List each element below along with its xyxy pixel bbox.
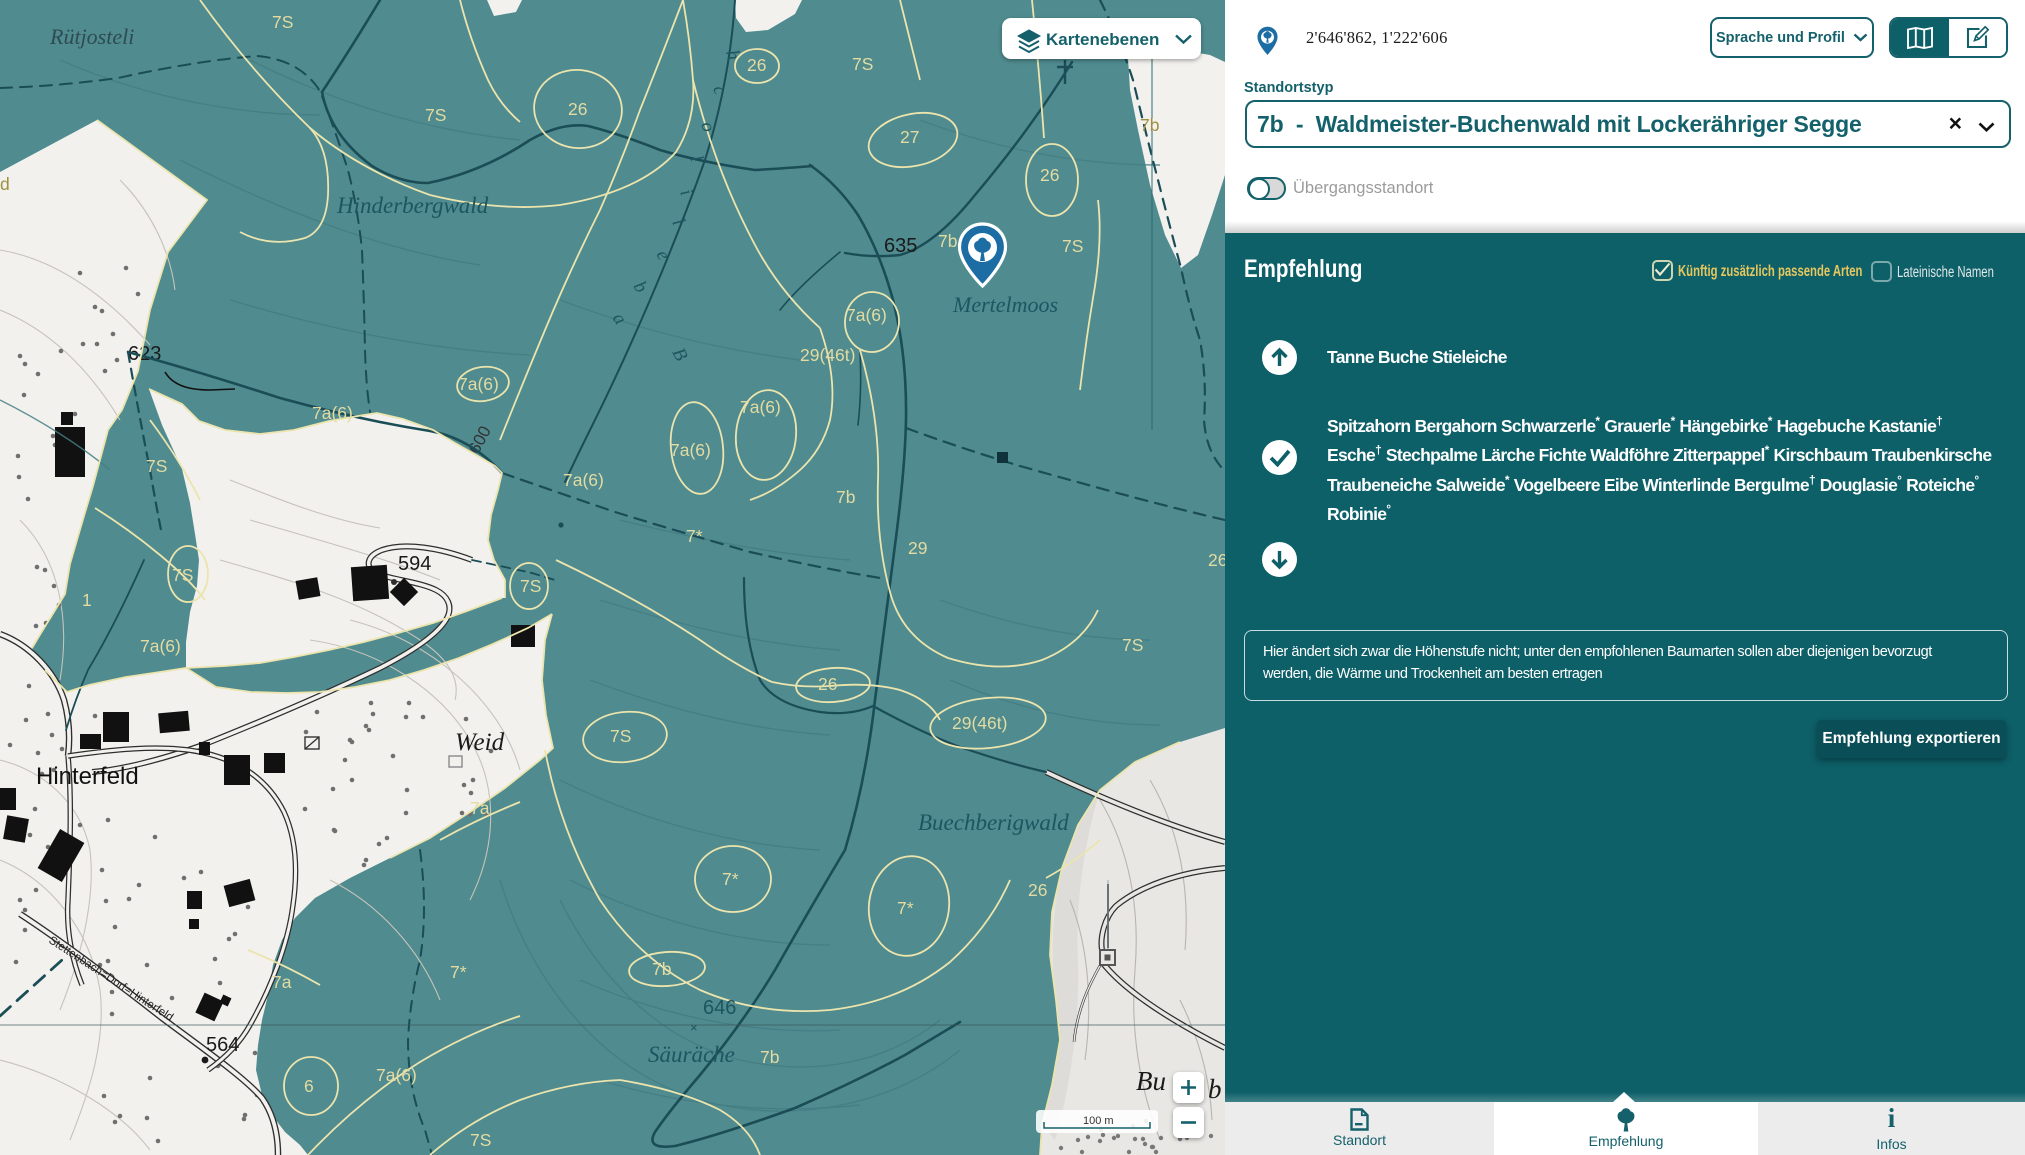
svg-text:7a(6): 7a(6) bbox=[846, 305, 887, 325]
svg-text:7S: 7S bbox=[1122, 635, 1143, 655]
svg-text:6: 6 bbox=[304, 1076, 314, 1096]
svg-text:7S: 7S bbox=[425, 105, 446, 125]
svg-text:Bu: Bu bbox=[1136, 1066, 1166, 1096]
svg-text:7a(6): 7a(6) bbox=[376, 1065, 417, 1085]
svg-text:29(46t): 29(46t) bbox=[800, 345, 855, 365]
svg-text:7b: 7b bbox=[760, 1047, 779, 1067]
svg-text:564: 564 bbox=[206, 1034, 239, 1056]
svg-text:7S: 7S bbox=[272, 12, 293, 32]
svg-text:26: 26 bbox=[1028, 880, 1047, 900]
svg-text:7*: 7* bbox=[722, 869, 739, 889]
svg-text:1: 1 bbox=[82, 590, 92, 610]
svg-text:7a(6): 7a(6) bbox=[458, 374, 499, 394]
svg-text:Kartenebenen: Kartenebenen bbox=[1046, 30, 1159, 49]
svg-text:26: 26 bbox=[1208, 550, 1225, 570]
svg-text:7S: 7S bbox=[520, 576, 541, 596]
svg-text:594: 594 bbox=[398, 553, 431, 575]
svg-text:7b: 7b bbox=[938, 231, 957, 251]
svg-text:646: 646 bbox=[703, 997, 736, 1019]
svg-text:635: 635 bbox=[884, 235, 917, 257]
svg-text:26: 26 bbox=[1040, 165, 1059, 185]
svg-text:26: 26 bbox=[818, 674, 837, 694]
svg-text:7b: 7b bbox=[836, 487, 855, 507]
svg-text:29(46t): 29(46t) bbox=[952, 713, 1007, 733]
svg-text:d: d bbox=[0, 174, 10, 194]
svg-text:7*: 7* bbox=[686, 526, 703, 546]
svg-text:26: 26 bbox=[747, 55, 766, 75]
svg-text:Mertelmoos: Mertelmoos bbox=[952, 292, 1058, 317]
svg-text:×: × bbox=[690, 1020, 698, 1035]
svg-text:Hinterfeld: Hinterfeld bbox=[36, 763, 139, 790]
svg-text:7a(6): 7a(6) bbox=[312, 403, 353, 423]
svg-text:27: 27 bbox=[900, 127, 919, 147]
svg-text:7b: 7b bbox=[652, 959, 671, 979]
svg-text:Weid: Weid bbox=[455, 729, 505, 756]
svg-text:7a(6): 7a(6) bbox=[140, 636, 181, 656]
svg-text:7S: 7S bbox=[172, 565, 193, 585]
svg-text:7S: 7S bbox=[146, 456, 167, 476]
svg-text:7*: 7* bbox=[450, 962, 467, 982]
svg-text:7S: 7S bbox=[610, 726, 631, 746]
svg-text:7a(6): 7a(6) bbox=[740, 397, 781, 417]
svg-text:7b: 7b bbox=[1140, 115, 1159, 135]
svg-text:7S: 7S bbox=[852, 54, 873, 74]
svg-text:7S: 7S bbox=[1062, 236, 1083, 256]
svg-text:100 m: 100 m bbox=[1083, 1115, 1114, 1127]
svg-text:7a: 7a bbox=[272, 972, 292, 992]
svg-text:7S: 7S bbox=[470, 1130, 491, 1150]
svg-text:29: 29 bbox=[908, 538, 927, 558]
svg-text:Säuräche: Säuräche bbox=[648, 1042, 735, 1067]
svg-text:26: 26 bbox=[568, 99, 587, 119]
svg-text:Buechberigwald: Buechberigwald bbox=[918, 810, 1069, 835]
svg-text:Hinderbergwald: Hinderbergwald bbox=[336, 193, 489, 218]
svg-text:b: b bbox=[1208, 1074, 1222, 1104]
svg-text:7a: 7a bbox=[470, 798, 490, 818]
svg-text:7a(6): 7a(6) bbox=[670, 440, 711, 460]
svg-text:7*: 7* bbox=[897, 898, 914, 918]
svg-text:7a(6): 7a(6) bbox=[563, 470, 604, 490]
svg-text:Rütjosteli: Rütjosteli bbox=[49, 24, 134, 49]
